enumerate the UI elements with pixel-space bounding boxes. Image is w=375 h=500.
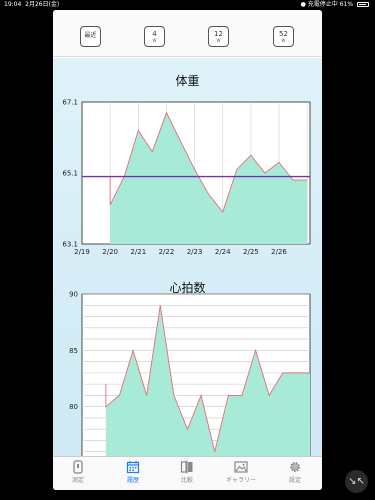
weight-y-tick-label: 65.1 — [62, 170, 78, 178]
tab-measure[interactable]: 測定 — [58, 460, 98, 484]
period-unit: W — [216, 38, 221, 44]
collapse-arrows-icon: ↘↖ — [348, 476, 365, 487]
period-label: 52 — [279, 30, 288, 38]
app-window: 最近 4 W 12 W 52 W 体重 心拍数 67.1 65.1 63.1 2/19… — [53, 10, 322, 490]
heart-rate-y-tick-label: 85 — [69, 347, 78, 355]
compare-icon — [180, 460, 193, 474]
period-label: 4 — [152, 30, 157, 38]
tab-gallery[interactable]: ギャラリー — [221, 460, 261, 484]
weight-x-tick-label: 2/20 — [102, 248, 118, 256]
weight-x-tick-label: 2/25 — [243, 248, 259, 256]
status-indicators: ● 充電停止中 61% — [301, 0, 369, 10]
period-unit: W — [281, 38, 286, 44]
wifi-icon: ● — [300, 1, 306, 8]
charts-scroll-area[interactable]: 体重 心拍数 67.1 65.1 63.1 2/19 2/20 2/21 2/22 2/23 2… — [53, 58, 322, 456]
weight-x-tick-label: 2/22 — [159, 248, 175, 256]
weight-x-tick-label: 2/23 — [187, 248, 203, 256]
battery-percent: 61% — [339, 1, 354, 8]
tab-bar: 測定 履歴 比較 ギャラリー 設定 — [53, 456, 322, 490]
tab-settings[interactable]: 設定 — [275, 460, 315, 484]
tab-label: ギャラリー — [225, 477, 256, 484]
battery-icon — [357, 2, 369, 7]
calendar-icon — [126, 461, 140, 474]
heart-rate-y-tick-label: 90 — [69, 291, 78, 299]
status-time-date: 19:04 2月26日(金) — [4, 0, 59, 10]
period-label: 最近 — [84, 32, 97, 39]
period-button-4w[interactable]: 4 W — [144, 26, 165, 47]
period-button-12w[interactable]: 12 W — [208, 26, 229, 47]
tab-label: 測定 — [71, 477, 84, 484]
weight-x-tick-label: 2/19 — [74, 248, 90, 256]
tab-label: 履歴 — [126, 477, 139, 484]
weight-x-tick-label: 2/26 — [271, 248, 287, 256]
measure-icon — [73, 460, 83, 474]
period-label: 12 — [214, 30, 223, 38]
weight-y-tick-label: 67.1 — [62, 99, 78, 107]
heart-rate-y-tick-label: 80 — [69, 403, 78, 411]
period-selector: 最近 4 W 12 W 52 W — [53, 10, 322, 57]
charts-canvas: 67.165.163.12/19 2/20 2/21 2/22 2/23 2/24 2/25… — [62, 99, 311, 456]
gallery-icon — [234, 461, 248, 473]
tab-label: 比較 — [180, 477, 193, 484]
status-time: 19:04 — [4, 1, 22, 8]
status-bar: 19:04 2月26日(金) ● 充電停止中 61% — [0, 0, 375, 10]
tab-compare[interactable]: 比較 — [167, 460, 207, 484]
collapse-button[interactable]: ↘↖ — [345, 470, 368, 493]
tab-history[interactable]: 履歴 — [113, 460, 153, 484]
charging-status: 充電停止中 — [307, 1, 338, 8]
period-button-52w[interactable]: 52 W — [273, 26, 294, 47]
gear-icon — [290, 462, 300, 472]
weight-x-tick-label: 2/21 — [130, 248, 146, 256]
period-unit: W — [152, 38, 157, 44]
weight-x-tick-label: 2/24 — [215, 248, 231, 256]
status-date: 2月26日(金) — [25, 1, 60, 8]
tab-label: 設定 — [288, 477, 301, 484]
period-button-recent[interactable]: 最近 — [80, 26, 101, 47]
